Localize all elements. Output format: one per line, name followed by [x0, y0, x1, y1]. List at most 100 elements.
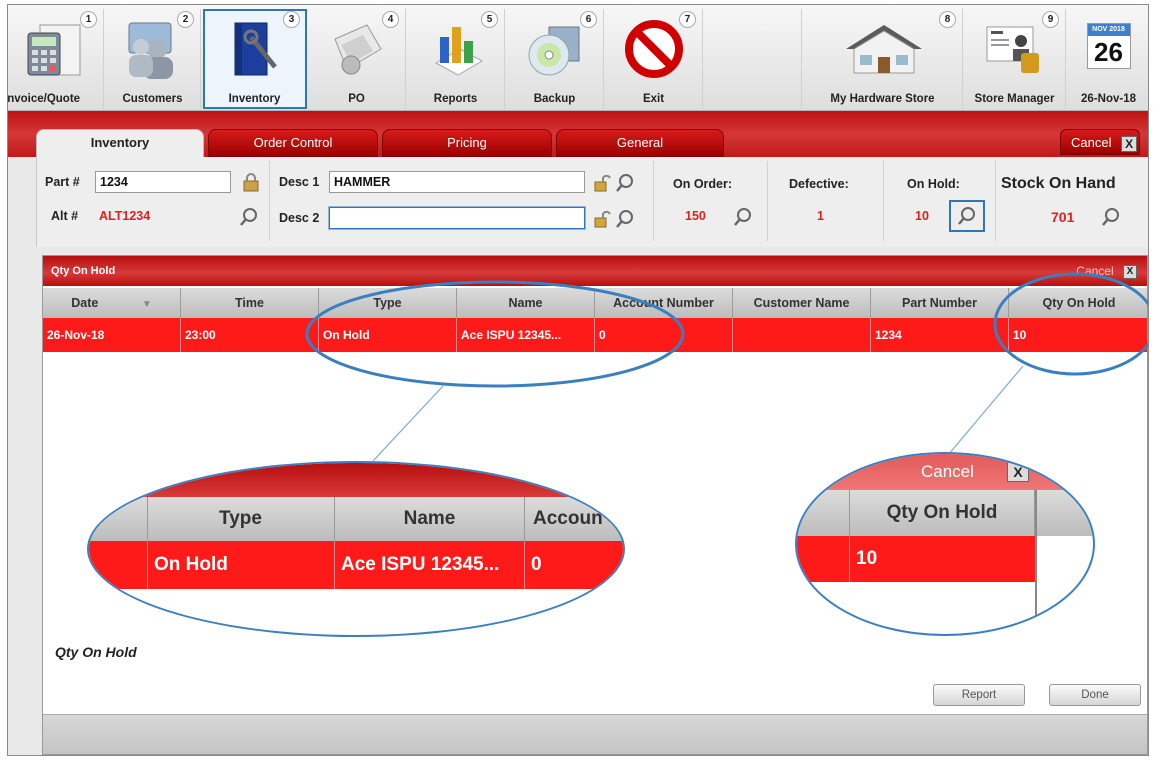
tab-general[interactable]: General: [556, 129, 724, 157]
divider: [269, 161, 270, 241]
part-label: Part #: [45, 175, 80, 189]
callout-connector: [942, 365, 1024, 462]
search-icon[interactable]: [733, 207, 753, 227]
callout-connector: [372, 385, 444, 462]
shortcut-number: 3: [283, 11, 300, 28]
zoom-row: On Hold Ace ISPU 12345... 0: [89, 541, 623, 589]
toolbar-customers[interactable]: 2 Customers: [105, 9, 201, 109]
lock-icon[interactable]: [241, 173, 261, 193]
defective-value: 1: [817, 209, 824, 223]
close-icon[interactable]: X: [1121, 135, 1138, 152]
desc1-label: Desc 1: [279, 175, 320, 189]
store-manager-icon: [986, 26, 1039, 73]
app-window: 1 Invoice/Quote 2 Customers 3 Inventory …: [7, 4, 1149, 756]
zoom-header-band: [89, 463, 623, 497]
cancel-button[interactable]: Cancel X: [1060, 129, 1140, 155]
alt-label: Alt #: [51, 209, 79, 223]
on-hold-value: 10: [915, 209, 929, 223]
zoom-cancel-label: Cancel: [921, 462, 974, 481]
shortcut-number: 9: [1042, 11, 1059, 28]
callout-ellipse-type-name: [305, 280, 685, 388]
zoom-table-header: Type Name Accoun: [89, 497, 623, 541]
zoom-callout-right: Cancel X Qty On Hold 10: [795, 452, 1095, 636]
part-number-input[interactable]: 1234: [95, 171, 231, 193]
zoom-header-name: Name: [335, 497, 525, 541]
unlock-icon[interactable]: [593, 209, 613, 229]
toolbar-invoice-quote[interactable]: 1 Invoice/Quote: [8, 9, 104, 109]
backup-disc-icon: [528, 26, 579, 76]
defective-label: Defective:: [789, 177, 849, 191]
close-icon: X: [1007, 462, 1029, 482]
toolbar-exit[interactable]: 7 Exit: [605, 9, 703, 109]
toolbar-spacer: [704, 9, 802, 109]
cancel-label: Cancel: [1071, 135, 1112, 150]
done-button[interactable]: Done: [1049, 684, 1141, 706]
toolbar-label: Store Manager: [974, 93, 1055, 105]
toolbar-label: PO: [348, 93, 365, 105]
zoom-callout-left: Type Name Accoun On Hold Ace ISPU 12345.…: [87, 461, 625, 637]
zoom-cell-type: On Hold: [147, 541, 335, 589]
main-toolbar: 1 Invoice/Quote 2 Customers 3 Inventory …: [8, 5, 1148, 111]
callout-ellipse-qty: [993, 272, 1148, 376]
zoom-cell-qty: 10: [849, 536, 1035, 582]
desc1-input[interactable]: HAMMER: [329, 171, 585, 193]
toolbar-label: Inventory: [228, 93, 281, 105]
reports-icon: [434, 27, 483, 76]
toolbar-label: Exit: [642, 93, 665, 105]
report-button[interactable]: Report: [933, 684, 1025, 706]
calendar-day: 26: [1094, 37, 1123, 67]
search-icon[interactable]: [615, 209, 635, 229]
zoom-cell-account: 0: [531, 554, 542, 575]
on-order-value: 150: [685, 209, 706, 223]
calculator-icon: [27, 24, 80, 76]
calendar-icon: NOV 2018 26: [1086, 23, 1131, 69]
toolbar-date[interactable]: NOV 2018 26 26-Nov-18: [1067, 9, 1148, 109]
footer-label: Qty On Hold: [55, 644, 137, 660]
search-icon[interactable]: [239, 207, 259, 227]
zoom-table-header: Qty On Hold: [797, 490, 1093, 536]
toolbar-reports[interactable]: 5 Reports: [407, 9, 505, 109]
calendar-month: NOV 2018: [1087, 24, 1130, 36]
store-house-icon: [845, 25, 922, 74]
toolbar-label: Reports: [433, 93, 478, 105]
inventory-form: Part # 1234 Alt # ALT1234 Desc 1 HAMMER …: [36, 157, 1148, 247]
on-hold-label: On Hold:: [907, 177, 960, 191]
unlock-icon[interactable]: [593, 173, 613, 193]
stock-on-hand-label: Stock On Hand: [1001, 175, 1116, 192]
toolbar-inventory[interactable]: 3 Inventory: [203, 9, 307, 109]
desc2-label: Desc 2: [279, 211, 320, 225]
divider: [883, 161, 884, 241]
stock-on-hand-value: 701: [1051, 209, 1075, 225]
alt-number-value: ALT1234: [99, 209, 151, 223]
toolbar-store-manager[interactable]: 9 Store Manager: [964, 9, 1066, 109]
toolbar-label: 26-Nov-18: [1081, 93, 1136, 105]
qty-on-hold-dialog: Qty On Hold Cancel X Date ▼ Time Type Na…: [42, 255, 1148, 755]
search-icon[interactable]: [957, 206, 977, 226]
zoom-header-type: Type: [147, 497, 335, 541]
tab-order-control[interactable]: Order Control: [208, 129, 378, 157]
toolbar-po[interactable]: 4 PO: [308, 9, 406, 109]
tab-inventory[interactable]: Inventory: [36, 129, 204, 157]
zoom-header-account: Accoun: [533, 508, 603, 529]
divider: [1035, 490, 1037, 634]
po-icon: [333, 24, 382, 75]
toolbar-my-hardware-store[interactable]: 8 My Hardware Store: [803, 9, 963, 109]
tab-pricing[interactable]: Pricing: [382, 129, 552, 157]
search-icon[interactable]: [1101, 207, 1121, 227]
toolbar-label: My Hardware Store: [830, 93, 935, 105]
inventory-icon: [234, 22, 277, 76]
divider: [995, 161, 996, 241]
zoom-header-band: Cancel X: [797, 454, 1093, 490]
zoom-header-qty: Qty On Hold: [849, 490, 1035, 536]
shortcut-number: 8: [939, 11, 956, 28]
divider: [653, 161, 654, 241]
toolbar-label: Backup: [533, 93, 576, 105]
search-icon[interactable]: [615, 173, 635, 193]
zoom-cell-name: Ace ISPU 12345...: [335, 541, 525, 589]
toolbar-label: Invoice/Quote: [7, 93, 81, 105]
desc2-input[interactable]: [329, 207, 585, 229]
toolbar-backup[interactable]: 6 Backup: [506, 9, 604, 109]
on-order-label: On Order:: [673, 177, 733, 191]
dialog-footer-bar: [43, 714, 1147, 754]
divider: [767, 161, 768, 241]
